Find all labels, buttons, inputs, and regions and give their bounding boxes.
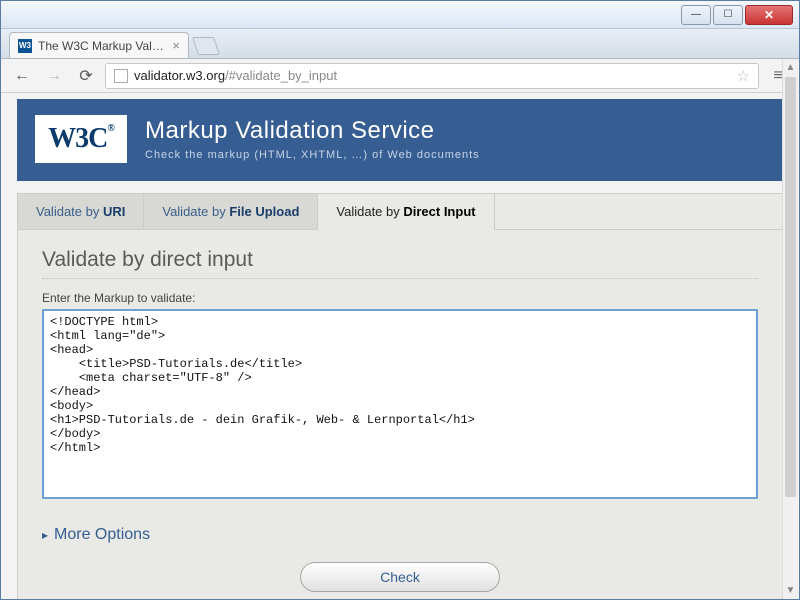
browser-tab-strip: W3 The W3C Markup Validatio × — [1, 29, 799, 59]
scroll-down-icon[interactable]: ▼ — [783, 582, 798, 598]
vertical-scrollbar[interactable]: ▲ ▼ — [782, 59, 798, 598]
markup-textarea[interactable] — [42, 309, 758, 499]
tab-close-icon[interactable]: × — [172, 38, 180, 53]
w3c-logo: W3C® — [35, 115, 127, 163]
os-titlebar: — ☐ ✕ — [1, 1, 799, 29]
banner-title: Markup Validation Service — [145, 117, 480, 145]
banner-subtitle: Check the markup (HTML, XHTML, …) of Web… — [145, 149, 480, 161]
site-banner: W3C® Markup Validation Service Check the… — [17, 99, 783, 181]
tab-title: The W3C Markup Validatio — [38, 39, 166, 53]
validator-panel: Validate by URI Validate by File Upload … — [17, 193, 783, 599]
favicon-icon: W3 — [18, 39, 32, 53]
browser-window: — ☐ ✕ W3 The W3C Markup Validatio × ← → … — [0, 0, 800, 600]
url-host: validator.w3.org — [134, 68, 225, 83]
back-button[interactable]: ← — [9, 63, 35, 89]
more-options-toggle[interactable]: ▸ More Options — [18, 512, 782, 544]
address-bar[interactable]: validator.w3.org/#validate_by_input ☆ — [105, 63, 759, 89]
page-icon — [114, 69, 128, 83]
forward-button[interactable]: → — [41, 63, 67, 89]
expand-arrow-icon: ▸ — [42, 528, 48, 542]
window-maximize-button[interactable]: ☐ — [713, 5, 743, 25]
tab-validate-by-file-upload[interactable]: Validate by File Upload — [144, 194, 318, 230]
reload-button[interactable]: ⟳ — [73, 63, 99, 89]
browser-tab[interactable]: W3 The W3C Markup Validatio × — [9, 32, 189, 58]
bookmark-star-icon[interactable]: ☆ — [737, 67, 750, 85]
more-options-label: More Options — [54, 526, 150, 544]
new-tab-button[interactable] — [192, 37, 220, 55]
tab-validate-by-uri[interactable]: Validate by URI — [18, 194, 144, 230]
check-button[interactable]: Check — [300, 562, 500, 592]
form-heading: Validate by direct input — [42, 248, 758, 279]
tab-validate-by-direct-input[interactable]: Validate by Direct Input — [318, 194, 494, 230]
validator-tabs: Validate by URI Validate by File Upload … — [18, 194, 782, 230]
window-minimize-button[interactable]: — — [681, 5, 711, 25]
page-viewport: W3C® Markup Validation Service Check the… — [1, 93, 799, 599]
scrollbar-thumb[interactable] — [785, 77, 796, 497]
window-close-button[interactable]: ✕ — [745, 5, 793, 25]
url-path: /#validate_by_input — [225, 68, 337, 83]
markup-label: Enter the Markup to validate: — [42, 291, 758, 305]
tabs-filler — [495, 194, 782, 230]
browser-toolbar: ← → ⟳ validator.w3.org/#validate_by_inpu… — [1, 59, 799, 93]
scroll-up-icon[interactable]: ▲ — [783, 59, 798, 75]
